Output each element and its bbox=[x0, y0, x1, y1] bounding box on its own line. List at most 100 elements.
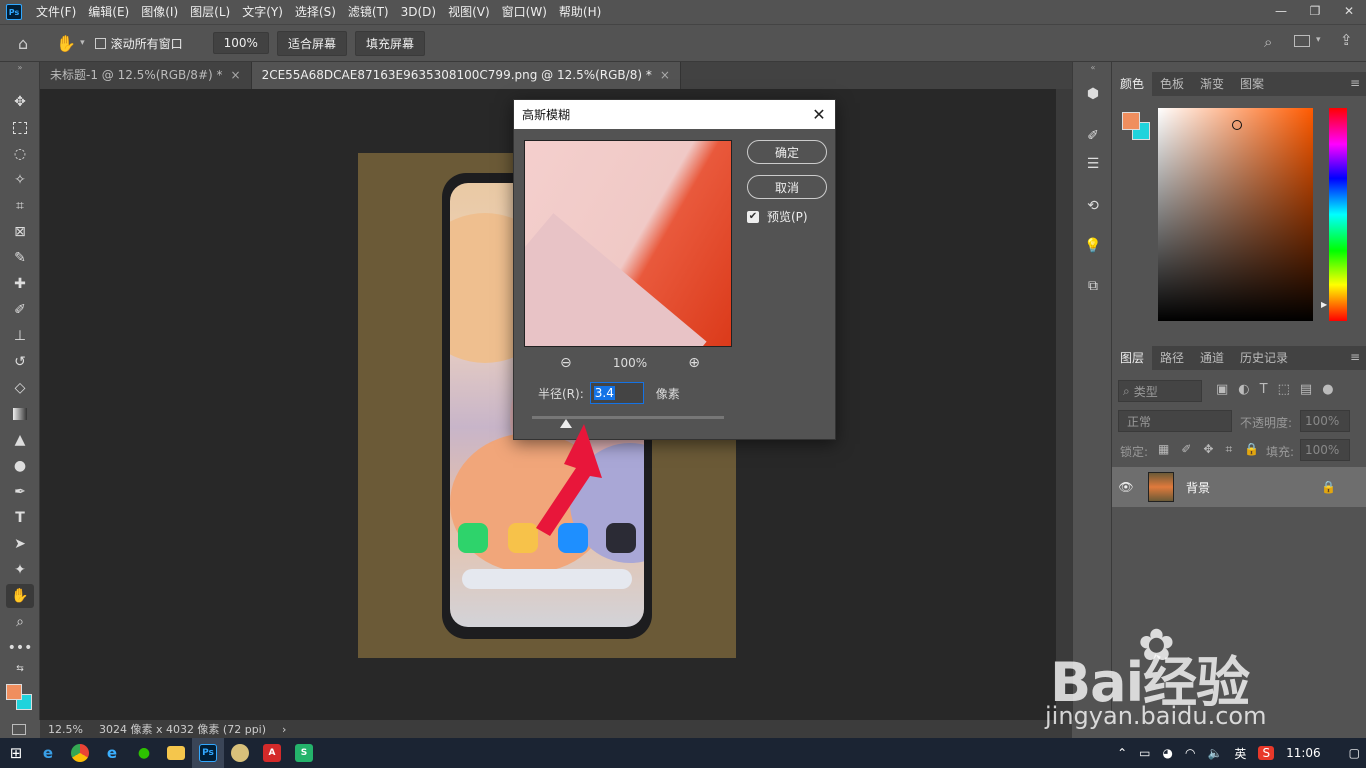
layer-name[interactable]: 背景 bbox=[1186, 479, 1210, 496]
shape-tool-icon[interactable]: ✦ bbox=[6, 558, 34, 582]
acrobat-icon[interactable]: A bbox=[256, 738, 288, 768]
wechat-icon[interactable]: ● bbox=[128, 738, 160, 768]
tab-swatches[interactable]: 色板 bbox=[1152, 72, 1192, 96]
fit-screen-button[interactable]: 适合屏幕 bbox=[276, 30, 347, 56]
tab-close-icon[interactable]: × bbox=[231, 68, 241, 82]
brush-settings-icon[interactable]: ✐ bbox=[1081, 124, 1105, 148]
menu-3d[interactable]: 3D(D) bbox=[395, 0, 442, 24]
hand-tool-active-icon[interactable]: ✋ bbox=[6, 584, 34, 608]
photoshop-taskbar-icon[interactable]: Ps bbox=[192, 738, 224, 768]
history-brush-icon[interactable]: ↺ bbox=[6, 350, 34, 374]
tab-color[interactable]: 颜色 bbox=[1112, 72, 1153, 96]
minimize-icon[interactable]: — bbox=[1264, 0, 1298, 22]
eyedropper-icon[interactable]: ✎ bbox=[6, 246, 34, 270]
notification-icon[interactable]: ▢ bbox=[1343, 746, 1366, 760]
brush-tool-icon[interactable]: ✐ bbox=[6, 298, 34, 322]
menu-filter[interactable]: 滤镜(T) bbox=[342, 0, 395, 24]
wifi-icon[interactable]: ◠ bbox=[1179, 746, 1201, 760]
zoom-in-icon[interactable]: ⊕ bbox=[688, 355, 700, 371]
tab-channels[interactable]: 通道 bbox=[1192, 346, 1232, 370]
restore-icon[interactable]: ❐ bbox=[1298, 0, 1332, 22]
filter-shape-icon[interactable]: ⬚ bbox=[1278, 382, 1290, 397]
healing-brush-icon[interactable]: ✚ bbox=[6, 272, 34, 296]
tab-layers[interactable]: 图层 bbox=[1112, 346, 1153, 370]
dialog-close-icon[interactable]: ✕ bbox=[809, 104, 829, 124]
libraries-icon[interactable]: ⧉ bbox=[1081, 274, 1105, 298]
qq-icon[interactable]: ◕ bbox=[1157, 746, 1179, 760]
scroll-all-checkbox[interactable] bbox=[94, 37, 106, 49]
hue-slider-marker-icon[interactable]: ▶ bbox=[1321, 300, 1327, 309]
layer-visibility-eye-icon[interactable]: 👁 bbox=[1112, 480, 1140, 494]
ok-button[interactable]: 确定 bbox=[747, 140, 827, 164]
app-disc-icon[interactable] bbox=[224, 738, 256, 768]
collapse-toolbar-icon[interactable]: » bbox=[6, 62, 34, 72]
fill-screen-button[interactable]: 填充屏幕 bbox=[354, 30, 425, 56]
zoom-100-button[interactable]: 100% bbox=[212, 32, 269, 54]
filter-adjustment-icon[interactable]: ◐ bbox=[1238, 382, 1249, 397]
ime-language[interactable]: 英 bbox=[1228, 745, 1252, 762]
lock-pixels-icon[interactable]: ✐ bbox=[1181, 442, 1191, 457]
lock-artboard-icon[interactable]: ⌗ bbox=[1225, 442, 1232, 457]
file-explorer-icon[interactable] bbox=[160, 738, 192, 768]
menu-layer[interactable]: 图层(L) bbox=[184, 0, 236, 24]
layer-filter[interactable]: ⌕ 类型 bbox=[1118, 380, 1202, 402]
path-selection-icon[interactable]: ➤ bbox=[6, 532, 34, 556]
menu-window[interactable]: 窗口(W) bbox=[496, 0, 553, 24]
learn-icon[interactable]: 💡 bbox=[1081, 234, 1105, 258]
foreground-color-swatch[interactable] bbox=[6, 684, 22, 700]
hand-tool-icon[interactable]: ✋ bbox=[56, 34, 76, 53]
preview-option[interactable]: ✔ 预览(P) bbox=[747, 208, 808, 225]
search-icon[interactable]: ⌕ bbox=[1264, 33, 1272, 51]
dodge-tool-icon[interactable]: ● bbox=[6, 454, 34, 478]
filter-type-icon[interactable]: T bbox=[1260, 382, 1268, 397]
pen-tool-icon[interactable]: ✒ bbox=[6, 480, 34, 504]
fill-input[interactable]: 100% bbox=[1300, 439, 1350, 461]
workspace-icon[interactable] bbox=[1294, 35, 1310, 47]
cancel-button[interactable]: 取消 bbox=[747, 175, 827, 199]
quick-mask-icon[interactable] bbox=[12, 724, 26, 735]
wps-spreadsheet-icon[interactable]: S bbox=[288, 738, 320, 768]
layer-row-background[interactable]: 👁 背景 🔒 bbox=[1112, 467, 1366, 507]
home-icon[interactable]: ⌂ bbox=[18, 34, 28, 53]
zoom-out-icon[interactable]: ⊖ bbox=[560, 355, 572, 371]
menu-file[interactable]: 文件(F) bbox=[30, 0, 82, 24]
move-tool-icon[interactable]: ✥ bbox=[6, 90, 34, 114]
color-picker-field[interactable] bbox=[1158, 108, 1313, 321]
layers-panel-menu-icon[interactable]: ≡ bbox=[1350, 350, 1360, 364]
filter-pixel-icon[interactable]: ▣ bbox=[1216, 382, 1228, 397]
sogou-ime-icon[interactable]: S bbox=[1258, 746, 1275, 760]
volume-icon[interactable]: 🔈 bbox=[1201, 746, 1228, 760]
lasso-tool-icon[interactable]: ◌ bbox=[6, 142, 34, 166]
blur-preview[interactable] bbox=[524, 140, 732, 347]
type-tool-icon[interactable]: T bbox=[6, 506, 34, 530]
3d-panel-icon[interactable]: ⬢ bbox=[1081, 82, 1105, 106]
menu-type[interactable]: 文字(Y) bbox=[236, 0, 289, 24]
hue-slider[interactable] bbox=[1329, 108, 1347, 321]
blend-mode-select[interactable]: 正常 bbox=[1118, 410, 1232, 432]
swap-colors-icon[interactable]: ⇆ bbox=[6, 662, 34, 676]
magic-wand-icon[interactable]: ✧ bbox=[6, 168, 34, 192]
zoom-tool-icon[interactable]: ⌕ bbox=[6, 610, 34, 634]
menu-image[interactable]: 图像(I) bbox=[135, 0, 184, 24]
marquee-tool-icon[interactable] bbox=[6, 116, 34, 140]
ie-browser-icon[interactable]: e bbox=[32, 738, 64, 768]
collapse-panels-icon[interactable]: « bbox=[1081, 62, 1105, 72]
menu-help[interactable]: 帮助(H) bbox=[553, 0, 607, 24]
tab-close-icon[interactable]: × bbox=[660, 68, 670, 82]
tab-png-document[interactable]: 2CE55A68DCAE87163E9635308100C799.png @ 1… bbox=[251, 62, 681, 89]
close-window-icon[interactable]: ✕ bbox=[1332, 0, 1366, 22]
status-zoom[interactable]: 12.5% bbox=[40, 723, 91, 736]
clock-time[interactable]: 11:06 bbox=[1280, 746, 1327, 760]
tab-history[interactable]: 历史记录 bbox=[1232, 346, 1296, 370]
windows-start-icon[interactable]: ⊞ bbox=[0, 738, 32, 768]
preview-checkbox[interactable]: ✔ bbox=[747, 210, 759, 223]
tray-app-icon[interactable]: ▭ bbox=[1133, 746, 1156, 760]
filter-smart-icon[interactable]: ▤ bbox=[1300, 382, 1312, 397]
share-icon[interactable]: ⇪ bbox=[1340, 31, 1353, 49]
adjustments-icon[interactable]: ☰ bbox=[1081, 152, 1105, 176]
tab-gradients[interactable]: 渐变 bbox=[1192, 72, 1232, 96]
blur-tool-icon[interactable]: ▲ bbox=[6, 428, 34, 452]
opacity-input[interactable]: 100% bbox=[1300, 410, 1350, 432]
tray-expand-icon[interactable]: ⌃ bbox=[1111, 746, 1133, 760]
workspace-chevron-icon[interactable]: ▾ bbox=[1316, 35, 1321, 45]
